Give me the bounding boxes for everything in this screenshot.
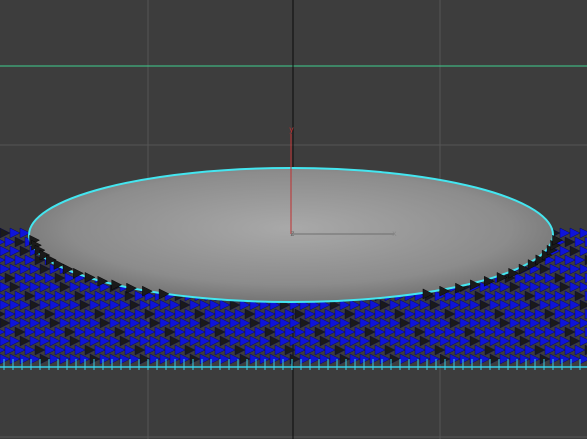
viewport-canvas[interactable] [0, 0, 587, 439]
3d-viewport[interactable]: y x z [0, 0, 587, 439]
